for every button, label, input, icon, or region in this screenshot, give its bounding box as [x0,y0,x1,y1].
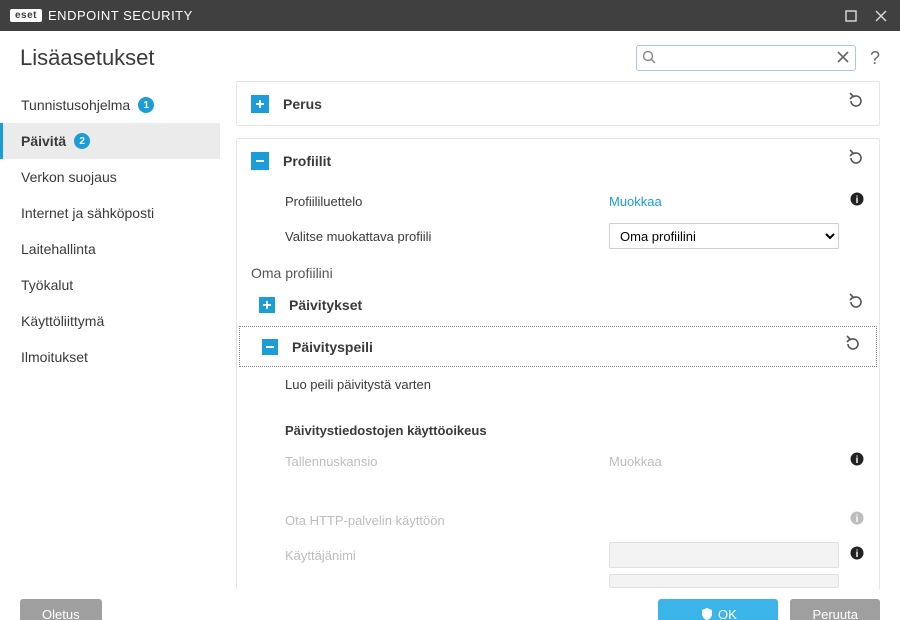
page-title: Lisäasetukset [20,45,636,71]
collapse-icon[interactable] [251,152,269,170]
expand-icon[interactable] [251,95,269,113]
sidebar-item-internet-email[interactable]: Internet ja sähköposti [0,195,220,231]
search-box [636,45,856,71]
sidebar-item-label: Käyttöliittymä [21,313,104,329]
info-icon[interactable]: i [849,546,865,565]
sidebar-item-network[interactable]: Verkon suojaus [0,159,220,195]
row-username: Käyttäjänimi i [237,536,879,574]
subpanel-updates: Päivitykset [237,285,879,324]
svg-text:i: i [856,455,859,466]
svg-text:i: i [856,549,859,560]
sidebar-item-devicecontrol[interactable]: Laitehallinta [0,231,220,267]
sidebar-item-detection[interactable]: Tunnistusohjelma 1 [0,87,220,123]
label: Valitse muokattava profiili [285,229,609,244]
search-clear-icon[interactable] [836,50,850,69]
revert-icon[interactable] [844,335,862,358]
sidebar-item-notifications[interactable]: Ilmoitukset [0,339,220,375]
revert-icon[interactable] [847,149,865,172]
label: Luo peili päivitystä varten [285,377,609,392]
window-maximize-icon[interactable] [842,7,860,25]
profile-select[interactable]: Oma profiilini [609,223,839,249]
info-icon[interactable]: i [849,192,865,211]
edit-link-disabled: Muokkaa [609,454,662,469]
sidebar-item-label: Ilmoitukset [21,349,88,365]
label: Ota HTTP-palvelin käyttöön [285,513,609,528]
ok-button-label: OK [718,607,737,620]
subpanel-title: Päivitykset [289,297,847,313]
row-storage-folder: Tallennuskansio Muokkaa i [237,446,879,477]
row-extra [237,574,879,588]
page-header: Lisäasetukset ? [0,31,900,81]
main-content: Perus Profiilit Profiililuettelo [220,81,900,589]
search-icon [642,50,657,70]
label: Profiililuettelo [285,194,609,209]
window-close-icon[interactable] [872,7,890,25]
search-input[interactable] [636,45,856,71]
titlebar: eset ENDPOINT SECURITY [0,0,900,31]
sidebar-item-label: Työkalut [21,277,73,293]
panel-title: Perus [283,96,847,112]
cancel-button[interactable]: Peruuta [790,599,880,620]
edit-link[interactable]: Muokkaa [609,194,662,209]
section-access-heading: Päivitystiedostojen käyttöoikeus [237,399,879,446]
row-http-server: Ota HTTP-palvelin käyttöön i [237,505,879,536]
sidebar-item-ui[interactable]: Käyttöliittymä [0,303,220,339]
info-icon[interactable]: i [849,452,865,471]
product-name: ENDPOINT SECURITY [48,8,193,23]
collapse-icon[interactable] [262,339,278,355]
svg-text:i: i [856,514,859,525]
revert-icon[interactable] [847,92,865,115]
username-input-disabled [609,542,839,568]
label: Tallennuskansio [285,454,609,469]
label: Käyttäjänimi [285,548,609,563]
sidebar-badge: 2 [74,133,90,149]
svg-text:i: i [856,195,859,206]
sidebar-item-label: Päivitä [21,133,66,149]
row-create-mirror: Luo peili päivitystä varten [237,369,879,399]
extra-input-disabled [609,574,839,588]
expand-icon[interactable] [259,297,275,313]
sidebar-badge: 1 [138,97,154,113]
sidebar-item-tools[interactable]: Työkalut [0,267,220,303]
shield-icon [700,607,714,620]
sidebar-item-label: Tunnistusohjelma [21,97,130,113]
panel-basic: Perus [236,81,880,126]
sidebar-item-update[interactable]: Päivitä 2 [0,123,220,159]
panel-title: Profiilit [283,153,847,169]
ok-button[interactable]: OK [658,599,778,620]
own-profile-heading: Oma profiilini [237,255,879,285]
brand-badge: eset [10,9,42,22]
sidebar-item-label: Verkon suojaus [21,169,117,185]
panel-profiles: Profiilit Profiililuettelo Muokkaa i Val… [236,138,880,589]
default-button[interactable]: Oletus [20,599,102,620]
sidebar-item-label: Internet ja sähköposti [21,205,154,221]
info-icon[interactable]: i [849,511,865,530]
revert-icon[interactable] [847,293,865,316]
sidebar: Tunnistusohjelma 1 Päivitä 2 Verkon suoj… [0,81,220,589]
subpanel-title: Päivityspeili [292,339,844,355]
subpanel-mirror: Päivityspeili [239,326,877,367]
sidebar-item-label: Laitehallinta [21,241,96,257]
row-select-profile: Valitse muokattava profiili Oma profiili… [237,217,879,255]
row-profile-list: Profiililuettelo Muokkaa i [237,186,879,217]
footer: Oletus OK Peruuta [0,589,900,620]
help-icon[interactable]: ? [870,48,880,69]
